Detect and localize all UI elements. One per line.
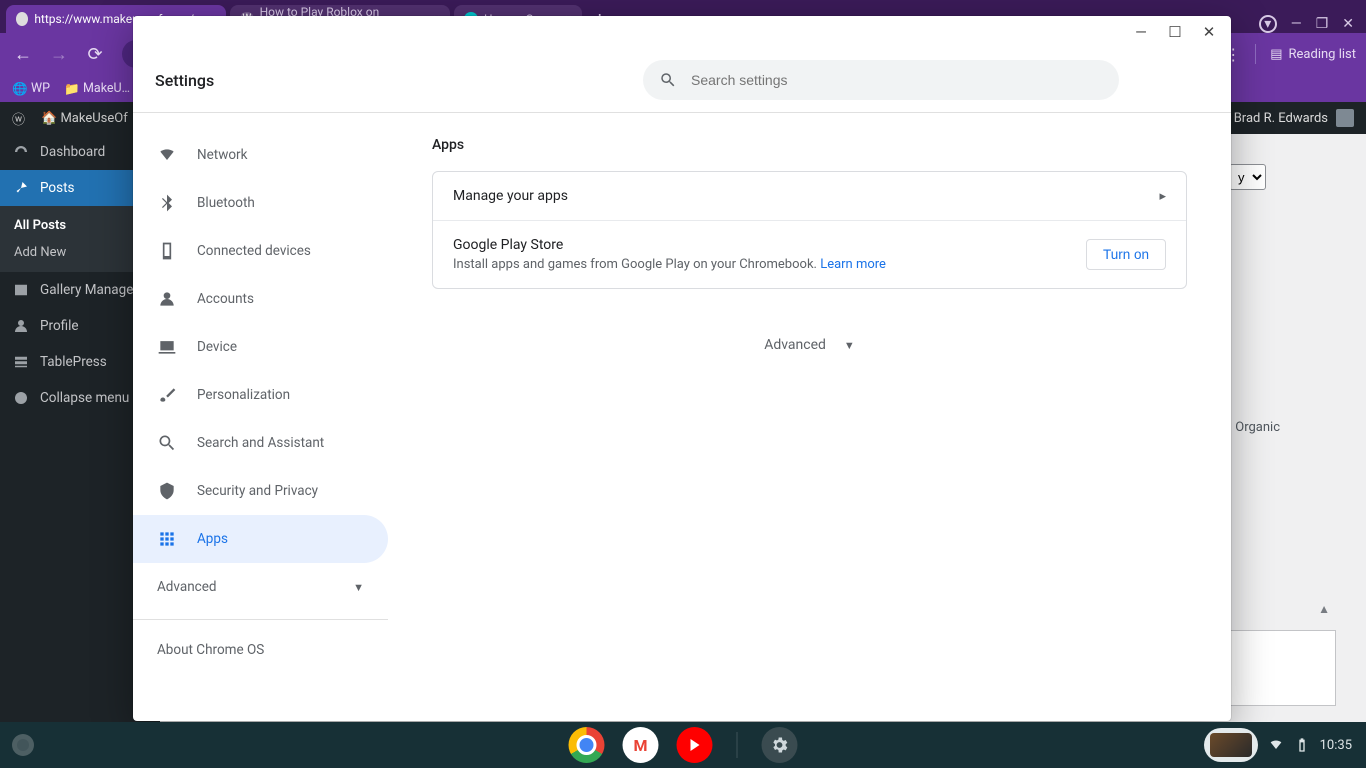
minimize-button[interactable]: — xyxy=(1291,16,1302,32)
shelf-pinned-apps: M xyxy=(569,727,798,763)
maximize-button[interactable]: ❐ xyxy=(1316,16,1329,32)
back-button[interactable]: ← xyxy=(10,41,36,67)
shelf-separator xyxy=(737,732,738,758)
nav-connected-devices[interactable]: Connected devices xyxy=(133,227,388,275)
battery-icon xyxy=(1294,737,1310,753)
launcher-icon xyxy=(12,734,34,756)
wordpress-icon[interactable]: ⓦ xyxy=(12,109,25,128)
minimize-button[interactable]: — xyxy=(1131,22,1151,42)
folder-icon: 📁 xyxy=(64,82,78,96)
nav-personalization[interactable]: Personalization xyxy=(133,371,388,419)
brush-icon xyxy=(157,385,177,405)
globe-icon xyxy=(16,12,28,26)
nav-network[interactable]: Network xyxy=(133,131,388,179)
chevron-left-icon xyxy=(12,389,30,407)
wifi-icon xyxy=(1268,737,1284,753)
image-icon xyxy=(12,281,30,299)
gear-icon xyxy=(770,735,790,755)
sort-arrow-icon[interactable]: ▲ xyxy=(1318,602,1330,616)
nav-bluetooth[interactable]: Bluetooth xyxy=(133,179,388,227)
search-icon xyxy=(157,433,177,453)
gauge-icon xyxy=(12,143,30,161)
row-manage-apps[interactable]: Manage your apps ▸ xyxy=(433,172,1186,220)
row-title: Manage your apps xyxy=(453,188,568,204)
table-icon xyxy=(12,353,30,371)
apps-icon xyxy=(157,529,177,549)
more-icon[interactable]: ▾ xyxy=(1259,15,1277,33)
nav-about-chromeos[interactable]: About Chrome OS xyxy=(133,628,388,672)
settings-search-input[interactable] xyxy=(691,72,1103,88)
avatar-icon[interactable] xyxy=(1336,109,1354,127)
nav-security-privacy[interactable]: Security and Privacy xyxy=(133,467,388,515)
chevron-down-icon: ▼ xyxy=(844,339,855,352)
greeting[interactable]: , Brad R. Edwards xyxy=(1228,111,1328,126)
nav-device[interactable]: Device xyxy=(133,323,388,371)
row-title: Google Play Store xyxy=(453,237,886,253)
person-icon xyxy=(12,317,30,335)
thumbnail-icon xyxy=(1210,733,1252,757)
row-google-play-store: Google Play Store Install apps and games… xyxy=(433,220,1186,288)
laptop-icon xyxy=(157,337,177,357)
wifi-icon xyxy=(157,145,177,165)
bookmark-wp[interactable]: 🌐 WP xyxy=(12,81,50,96)
person-icon xyxy=(157,289,177,309)
nav-advanced[interactable]: Advanced ▼ xyxy=(133,563,388,611)
site-home[interactable]: 🏠 MakeUseOf xyxy=(41,111,128,126)
tote-preview[interactable] xyxy=(1204,728,1258,762)
row-subtitle: Install apps and games from Google Play … xyxy=(453,257,886,272)
phone-icon xyxy=(157,241,177,261)
nav-search-assistant[interactable]: Search and Assistant xyxy=(133,419,388,467)
settings-search[interactable] xyxy=(643,60,1119,100)
list-icon: ▤ xyxy=(1270,47,1282,62)
shelf-app-settings[interactable] xyxy=(762,727,798,763)
settings-content: Apps Manage your apps ▸ Google Play Stor… xyxy=(388,113,1231,721)
window-controls: ▾ — ❐ ✕ xyxy=(1259,15,1366,33)
reading-list-button[interactable]: ▤ Reading list xyxy=(1270,47,1356,62)
clock: 10:35 xyxy=(1320,738,1352,753)
bookmark-folder-makeu[interactable]: 📁 MakeU… xyxy=(64,81,130,96)
globe-icon: 🌐 xyxy=(12,82,26,96)
settings-header: Settings xyxy=(133,48,1231,112)
shelf-app-youtube[interactable] xyxy=(677,727,713,763)
section-title: Apps xyxy=(432,137,1187,153)
settings-window-controls: — ☐ ✕ xyxy=(133,16,1231,48)
shelf-app-gmail[interactable]: M xyxy=(623,727,659,763)
settings-nav: Network Bluetooth Connected devices Acco… xyxy=(133,113,388,721)
nav-accounts[interactable]: Accounts xyxy=(133,275,388,323)
chromeos-shelf: M 10:35 xyxy=(0,722,1366,768)
filter-dropdown[interactable]: y xyxy=(1229,164,1266,190)
chevron-right-icon: ▸ xyxy=(1159,189,1166,204)
forward-button[interactable]: → xyxy=(46,41,72,67)
launcher-button[interactable] xyxy=(0,722,46,768)
chevron-down-icon: ▼ xyxy=(353,581,364,594)
chromeos-settings-window: — ☐ ✕ Settings Network Bluetooth Connect… xyxy=(133,16,1231,721)
turn-on-button[interactable]: Turn on xyxy=(1086,239,1166,270)
close-button[interactable]: ✕ xyxy=(1199,22,1219,42)
nav-apps[interactable]: Apps xyxy=(133,515,388,563)
organic-label: Organic xyxy=(1235,420,1280,435)
advanced-toggle[interactable]: Advanced ▼ xyxy=(432,337,1187,353)
reload-button[interactable]: ⟳ xyxy=(82,41,108,67)
maximize-button[interactable]: ☐ xyxy=(1165,22,1185,42)
shield-icon xyxy=(157,481,177,501)
settings-title: Settings xyxy=(155,71,214,90)
pin-icon xyxy=(12,179,30,197)
shelf-status-tray[interactable]: 10:35 xyxy=(1204,728,1366,762)
search-icon xyxy=(659,71,677,89)
shelf-app-chrome[interactable] xyxy=(569,727,605,763)
apps-card: Manage your apps ▸ Google Play Store Ins… xyxy=(432,171,1187,289)
learn-more-link[interactable]: Learn more xyxy=(820,257,886,272)
close-button[interactable]: ✕ xyxy=(1342,16,1354,32)
bluetooth-icon xyxy=(157,193,177,213)
